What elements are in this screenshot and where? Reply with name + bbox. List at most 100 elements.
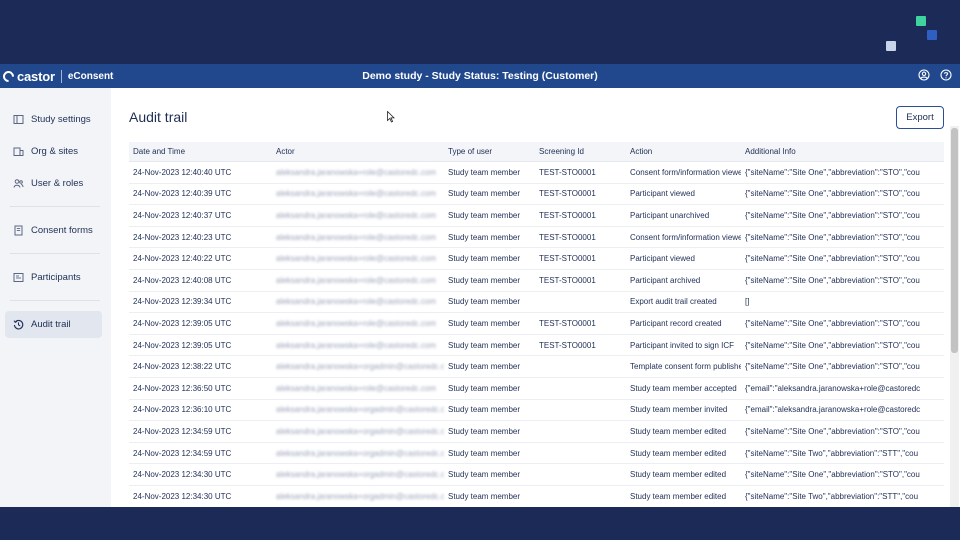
table-row[interactable]: 24-Nov-2023 12:40:39 UTC aleksandra.jaran… [129,184,944,206]
table-row[interactable]: 24-Nov-2023 12:34:59 UTC aleksandra.jaran… [129,443,944,465]
date-cell: 24-Nov-2023 12:34:30 UTC [133,470,232,480]
actor-cell: aleksandra.jaranowska+role@castoredc.com [276,210,436,220]
sidebar-item-consent-forms[interactable]: Consent forms [5,217,102,244]
info-cell: {"siteName":"Site One","abbreviation":"S… [745,426,920,436]
column-header[interactable]: Screening Id [535,147,626,156]
table-row[interactable]: 24-Nov-2023 12:34:30 UTC aleksandra.jaran… [129,464,944,486]
screening-id-cell: TEST-STO0001 [539,189,596,199]
table-row[interactable]: 24-Nov-2023 12:39:34 UTC aleksandra.jaran… [129,292,944,314]
page-title: Audit trail [129,109,188,125]
date-cell: 24-Nov-2023 12:34:59 UTC [133,448,232,458]
screening-id-cell: TEST-STO0001 [539,167,596,177]
action-cell: Study team member edited [630,448,727,458]
screening-id-cell: TEST-STO0001 [539,232,596,242]
study-title: Demo study - Study Status: Testing (Cust… [362,70,598,82]
action-cell: Participant viewed [630,254,695,264]
table-row[interactable]: 24-Nov-2023 12:34:59 UTC aleksandra.jaran… [129,421,944,443]
user-type-cell: Study team member [448,318,521,328]
column-header[interactable]: Type of user [444,147,535,156]
info-cell: {"email":"aleksandra.jaranowska+role@cas… [745,383,921,393]
screening-id-cell: TEST-STO0001 [539,210,596,220]
column-header[interactable]: Additional Info [741,147,944,156]
table-row[interactable]: 24-Nov-2023 12:40:37 UTC aleksandra.jaran… [129,205,944,227]
actor-cell: aleksandra.jaranowska+role@castoredc.com [276,232,436,242]
user-type-cell: Study team member [448,383,521,393]
info-cell: {"siteName":"Site One","abbreviation":"S… [745,232,920,242]
sidebar-item-user-roles[interactable]: User & roles [5,170,102,197]
user-type-cell: Study team member [448,470,521,480]
table-row[interactable]: 24-Nov-2023 12:38:22 UTC aleksandra.jaran… [129,356,944,378]
info-cell: {"siteName":"Site One","abbreviation":"S… [745,254,920,264]
decor-square-blue [927,30,937,40]
table-row[interactable]: 24-Nov-2023 12:40:08 UTC aleksandra.jaran… [129,270,944,292]
date-cell: 24-Nov-2023 12:38:22 UTC [133,362,232,372]
table-row[interactable]: 24-Nov-2023 12:36:50 UTC aleksandra.jaran… [129,378,944,400]
actor-cell: aleksandra.jaranowska+role@castoredc.com [276,297,436,307]
action-cell: Study team member invited [630,405,728,415]
user-type-cell: Study team member [448,254,521,264]
sidebar-item-label: Org & sites [31,146,78,157]
actor-cell: aleksandra.jaranowska+role@castoredc.com [276,254,436,264]
decor-square-green [916,16,926,26]
info-cell: {"email":"aleksandra.jaranowska+role@cas… [745,405,921,415]
date-cell: 24-Nov-2023 12:34:59 UTC [133,426,232,436]
info-cell: {"siteName":"Site One","abbreviation":"S… [745,275,920,285]
product-name: eConsent [67,70,114,82]
sidebar-item-label: Participants [31,272,81,283]
sidebar-item-participants[interactable]: Participants [5,264,102,291]
help-circle-icon[interactable] [940,69,952,81]
sidebar-item-org-sites[interactable]: Org & sites [5,138,102,165]
action-cell: Participant archived [630,275,701,285]
table-row[interactable]: 24-Nov-2023 12:40:40 UTC aleksandra.jaran… [129,162,944,184]
user-type-cell: Study team member [448,232,521,242]
date-cell: 24-Nov-2023 12:34:30 UTC [133,491,232,501]
actor-cell: aleksandra.jaranowska+orgadmin@castoredc… [276,491,444,501]
actor-cell: aleksandra.jaranowska+role@castoredc.com [276,383,436,393]
sidebar-item-audit-trail[interactable]: Audit trail [5,311,102,338]
table-row[interactable]: 24-Nov-2023 12:39:05 UTC aleksandra.jaran… [129,313,944,335]
action-cell: Participant invited to sign ICF [630,340,735,350]
info-cell: {"siteName":"Site One","abbreviation":"S… [745,167,920,177]
settings-icon [13,115,24,124]
info-cell: [] [745,297,750,307]
table-row[interactable]: 24-Nov-2023 12:36:10 UTC aleksandra.jaran… [129,400,944,422]
actor-cell: aleksandra.jaranowska+orgadmin@castoredc… [276,362,444,372]
user-circle-icon[interactable] [918,69,930,81]
action-cell: Study team member edited [630,426,727,436]
decor-square-light [886,41,896,51]
action-cell: Export audit trail created [630,297,717,307]
app-window: castor eConsent Demo study - Study Statu… [0,64,960,507]
date-cell: 24-Nov-2023 12:40:08 UTC [133,275,232,285]
info-cell: {"siteName":"Site One","abbreviation":"S… [745,470,920,480]
export-button[interactable]: Export [896,106,944,129]
actor-cell: aleksandra.jaranowska+role@castoredc.com [276,340,436,350]
column-header[interactable]: Date and Time [129,147,272,156]
screening-id-cell: TEST-STO0001 [539,254,596,264]
action-cell: Study team member edited [630,491,727,501]
actor-cell: aleksandra.jaranowska+orgadmin@castoredc… [276,470,444,480]
actor-cell: aleksandra.jaranowska+role@castoredc.com [276,275,436,285]
sidebar-item-study-settings[interactable]: Study settings [5,106,102,133]
table-row[interactable]: 24-Nov-2023 12:40:22 UTC aleksandra.jaran… [129,248,944,270]
table-row[interactable]: 24-Nov-2023 12:39:05 UTC aleksandra.jaran… [129,335,944,357]
scrollbar-thumb[interactable] [951,128,958,353]
table-row[interactable]: 24-Nov-2023 12:40:23 UTC aleksandra.jaran… [129,227,944,249]
mouse-cursor-icon [387,111,395,123]
actor-cell: aleksandra.jaranowska+orgadmin@castoredc… [276,405,444,415]
user-type-cell: Study team member [448,340,521,350]
user-type-cell: Study team member [448,362,521,372]
date-cell: 24-Nov-2023 12:40:39 UTC [133,189,232,199]
user-type-cell: Study team member [448,426,521,436]
table-body: 24-Nov-2023 12:40:40 UTC aleksandra.jaran… [129,162,944,507]
date-cell: 24-Nov-2023 12:40:40 UTC [133,167,232,177]
table-row[interactable]: 24-Nov-2023 12:34:30 UTC aleksandra.jaran… [129,486,944,507]
org-icon [13,147,24,156]
brand[interactable]: castor eConsent [0,64,113,88]
column-header[interactable]: Action [626,147,741,156]
info-cell: {"siteName":"Site One","abbreviation":"S… [745,362,920,372]
column-header[interactable]: Actor [272,147,444,156]
user-type-cell: Study team member [448,491,521,501]
actor-cell: aleksandra.jaranowska+role@castoredc.com [276,318,436,328]
actor-cell: aleksandra.jaranowska+role@castoredc.com [276,189,436,199]
top-bar: castor eConsent Demo study - Study Statu… [0,64,960,88]
